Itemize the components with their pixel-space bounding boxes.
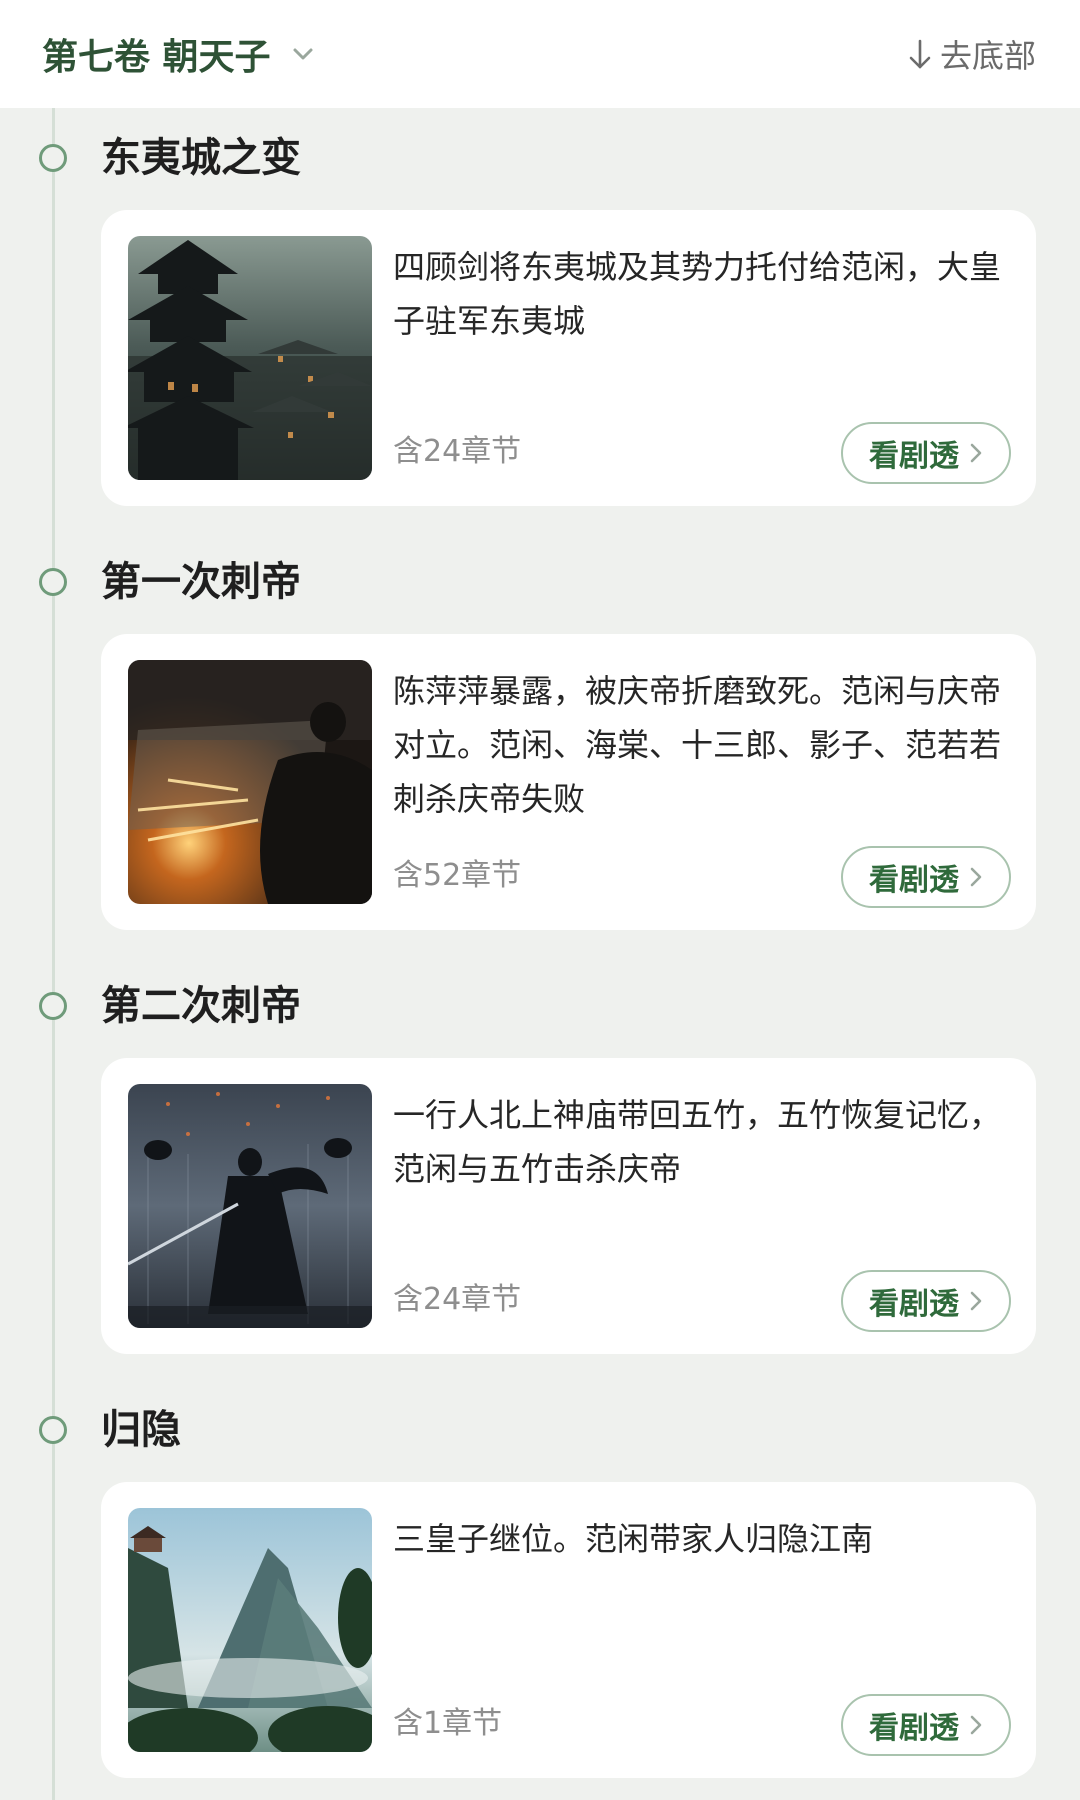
chevron-right-icon — [970, 1291, 982, 1311]
view-spoiler-label: 看剧透 — [869, 863, 959, 898]
view-spoiler-button[interactable]: 看剧透 — [841, 846, 1011, 908]
volume-selector[interactable]: 第七卷 朝天子 — [42, 24, 317, 84]
view-spoiler-label: 看剧透 — [869, 1287, 959, 1322]
plot-card[interactable]: 四顾剑将东夷城及其势力托付给范闲，大皇子驻军东夷城 含24章节 看剧透 — [101, 210, 1036, 506]
plot-thumbnail — [128, 1084, 372, 1328]
chapter-count: 含1章节 — [393, 1706, 503, 1741]
timeline-line — [52, 108, 55, 1800]
chapter-count: 含24章节 — [393, 434, 522, 469]
warrior-in-rain-image — [128, 1084, 372, 1328]
plot-card[interactable]: 一行人北上神庙带回五竹，五竹恢复记忆，范闲与五竹击杀庆帝 含24章节 看剧透 — [101, 1058, 1036, 1354]
section-title: 归隐 — [101, 1407, 181, 1453]
go-bottom-label: 去底部 — [939, 37, 1036, 75]
chevron-right-icon — [970, 443, 982, 463]
misty-mountains-image — [128, 1508, 372, 1752]
section-title: 第一次刺帝 — [101, 559, 301, 605]
section-title: 第二次刺帝 — [101, 983, 301, 1029]
chapter-count: 含52章节 — [393, 858, 522, 893]
timeline-node — [39, 568, 67, 596]
plot-thumbnail — [128, 236, 372, 480]
chevron-down-icon — [293, 48, 313, 60]
chevron-right-icon — [970, 867, 982, 887]
plot-thumbnail — [128, 660, 372, 904]
view-spoiler-button[interactable]: 看剧透 — [841, 1270, 1011, 1332]
plot-description: 陈萍萍暴露，被庆帝折磨致死。范闲与庆帝对立。范闲、海棠、十三郎、影子、范若若刺杀… — [393, 672, 1002, 818]
view-spoiler-label: 看剧透 — [869, 439, 959, 474]
section-title: 东夷城之变 — [101, 135, 301, 181]
view-spoiler-label: 看剧透 — [869, 1711, 959, 1746]
swordsman-sparks-image — [128, 660, 372, 904]
top-bar: 第七卷 朝天子 去底部 — [0, 0, 1080, 108]
arrow-down-icon — [909, 39, 931, 69]
plot-card[interactable]: 三皇子继位。范闲带家人归隐江南 含1章节 看剧透 — [101, 1482, 1036, 1778]
plot-card[interactable]: 陈萍萍暴露，被庆帝折磨致死。范闲与庆帝对立。范闲、海棠、十三郎、影子、范若若刺杀… — [101, 634, 1036, 930]
plot-thumbnail — [128, 1508, 372, 1752]
volume-title: 第七卷 朝天子 — [42, 37, 271, 78]
plot-description: 四顾剑将东夷城及其势力托付给范闲，大皇子驻军东夷城 — [393, 248, 1002, 340]
go-bottom-button[interactable]: 去底部 — [906, 26, 1036, 82]
timeline-node — [39, 992, 67, 1020]
timeline-node — [39, 1416, 67, 1444]
view-spoiler-button[interactable]: 看剧透 — [841, 422, 1011, 484]
view-spoiler-button[interactable]: 看剧透 — [841, 1694, 1011, 1756]
chevron-right-icon — [970, 1715, 982, 1735]
plot-description: 三皇子继位。范闲带家人归隐江南 — [393, 1520, 874, 1558]
chapter-count: 含24章节 — [393, 1282, 522, 1317]
plot-description: 一行人北上神庙带回五竹，五竹恢复记忆，范闲与五竹击杀庆帝 — [393, 1096, 1002, 1188]
pagoda-city-image — [128, 236, 372, 480]
timeline-node — [39, 144, 67, 172]
